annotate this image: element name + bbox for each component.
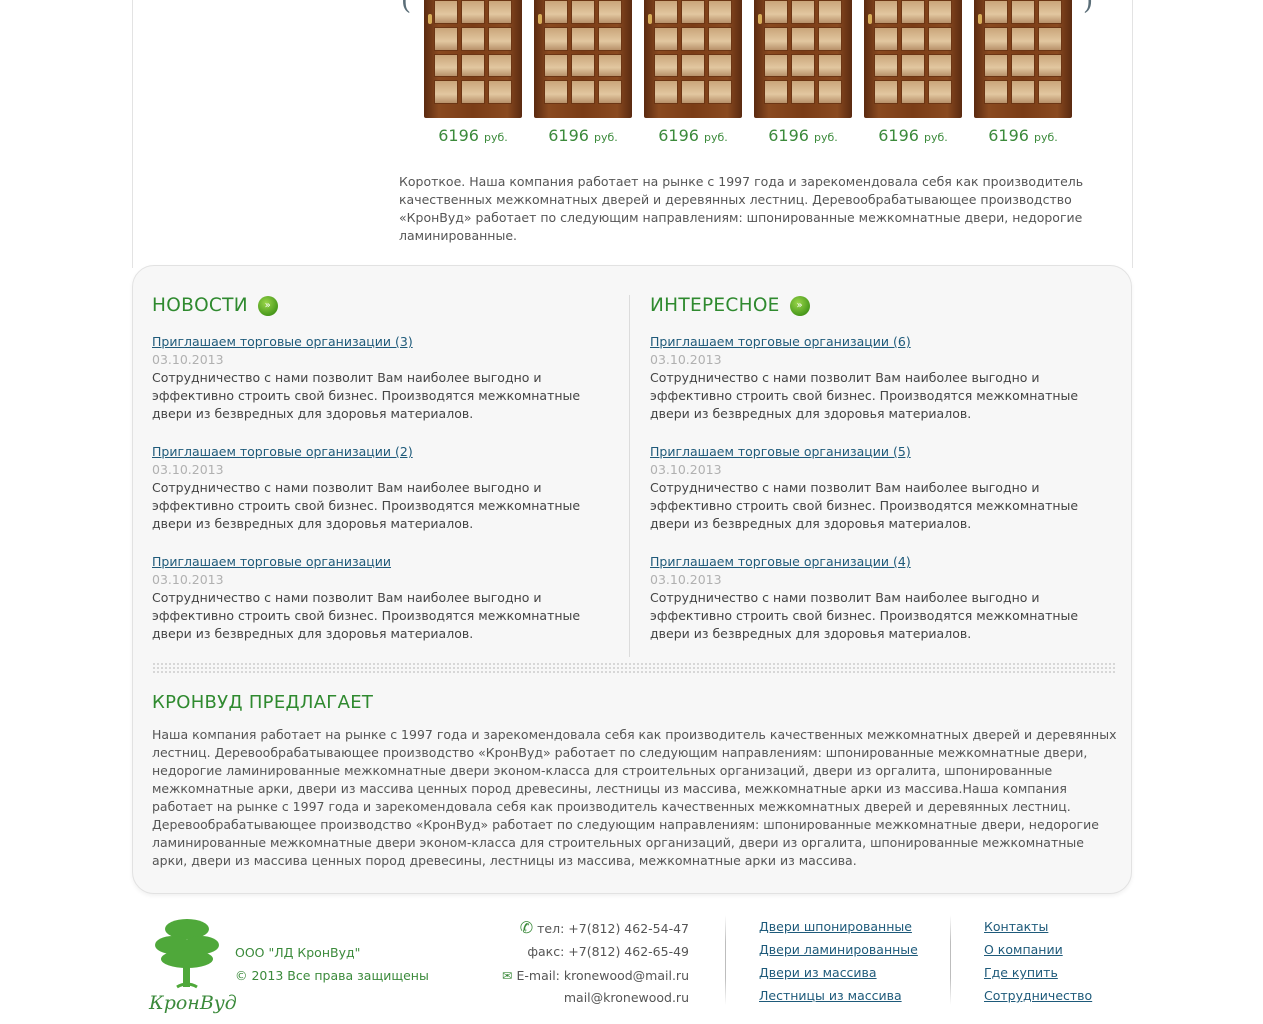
interesting-date: 03.10.2013 xyxy=(650,572,722,587)
product-price: 6196 руб. xyxy=(768,126,838,145)
footer-link-solid-stairs[interactable]: Лестницы из массива xyxy=(759,988,902,1003)
door-image[interactable] xyxy=(424,0,522,118)
interesting-item: Приглашаем торговые организации (4) 03.1… xyxy=(650,553,1120,643)
door-image[interactable] xyxy=(864,0,962,118)
copyright-text: © 2013 Все права защищены xyxy=(235,968,429,983)
footer-divider xyxy=(950,915,951,1005)
news-text: Сотрудничество с нами позволит Вам наибо… xyxy=(152,480,581,531)
email-secondary[interactable]: mail@kronewood.ru xyxy=(564,990,689,1005)
footer-link-veneer-doors[interactable]: Двери шпонированные xyxy=(759,919,912,934)
door-image[interactable] xyxy=(644,0,742,118)
news-link[interactable]: Приглашаем торговые организации (2) xyxy=(152,444,413,459)
product-price: 6196 руб. xyxy=(438,126,508,145)
interesting-text: Сотрудничество с нами позволит Вам наибо… xyxy=(650,480,1079,531)
interesting-item: Приглашаем торговые организации (5) 03.1… xyxy=(650,443,1120,533)
footer-link-cooperation[interactable]: Сотрудничество xyxy=(984,988,1092,1003)
mail-icon: ✉ xyxy=(502,968,513,983)
email-row: ✉ E-mail: kronewood@mail.ru xyxy=(502,968,689,983)
interesting-date: 03.10.2013 xyxy=(650,352,722,367)
news-item: Приглашаем торговые организации (3) 03.1… xyxy=(152,333,622,423)
news-date: 03.10.2013 xyxy=(152,352,224,367)
footer-link-laminated-doors[interactable]: Двери ламинированные xyxy=(759,942,918,957)
product-price: 6196 руб. xyxy=(548,126,618,145)
news-title: НОВОСТИ xyxy=(152,295,248,316)
company-name: ООО "ЛД КронВуд" xyxy=(235,945,361,960)
news-item: Приглашаем торговые организации 03.10.20… xyxy=(152,553,622,643)
news-text: Сотрудничество с нами позволит Вам наибо… xyxy=(152,590,581,641)
door-image[interactable] xyxy=(534,0,632,118)
dotted-separator xyxy=(152,662,1117,674)
interesting-heading[interactable]: ИНТЕРЕСНОЕ » xyxy=(650,295,810,316)
arrow-right-icon[interactable]: » xyxy=(257,295,278,316)
interesting-link[interactable]: Приглашаем торговые организации (6) xyxy=(650,334,911,349)
offer-text: Наша компания работает на рынке с 1997 г… xyxy=(152,727,1117,868)
news-link[interactable]: Приглашаем торговые организации (3) xyxy=(152,334,413,349)
news-date: 03.10.2013 xyxy=(152,462,224,477)
logo-text: КронВуд xyxy=(148,992,237,1014)
interesting-link[interactable]: Приглашаем торговые организации (5) xyxy=(650,444,911,459)
kronwood-logo[interactable]: КронВуд xyxy=(147,915,237,1017)
footer-link-about[interactable]: О компании xyxy=(984,942,1063,957)
interesting-item: Приглашаем торговые организации (6) 03.1… xyxy=(650,333,1120,423)
carousel-prev-arrow[interactable]: ( xyxy=(401,0,411,16)
door-image[interactable] xyxy=(754,0,852,118)
product-price: 6196 руб. xyxy=(988,126,1058,145)
product-price: 6196 руб. xyxy=(658,126,728,145)
news-text: Сотрудничество с нами позволит Вам наибо… xyxy=(152,370,581,421)
interesting-text: Сотрудничество с нами позволит Вам наибо… xyxy=(650,370,1079,421)
footer-divider xyxy=(725,915,726,1005)
carousel-next-arrow[interactable]: ) xyxy=(1083,0,1093,16)
news-date: 03.10.2013 xyxy=(152,572,224,587)
news-heading[interactable]: НОВОСТИ » xyxy=(152,295,278,316)
door-image[interactable] xyxy=(974,0,1072,118)
interesting-title: ИНТЕРЕСНОЕ xyxy=(650,295,780,316)
offer-title: КРОНВУД ПРЕДЛАГАЕТ xyxy=(152,692,374,713)
footer-link-contacts[interactable]: Контакты xyxy=(984,919,1048,934)
footer-link-solid-doors[interactable]: Двери из массива xyxy=(759,965,877,980)
footer-link-where-to-buy[interactable]: Где купить xyxy=(984,965,1058,980)
product-price: 6196 руб. xyxy=(878,126,948,145)
column-divider xyxy=(629,295,630,657)
news-link[interactable]: Приглашаем торговые организации xyxy=(152,554,391,569)
interesting-text: Сотрудничество с нами позволит Вам наибо… xyxy=(650,590,1079,641)
interesting-date: 03.10.2013 xyxy=(650,462,722,477)
interesting-link[interactable]: Приглашаем торговые организации (4) xyxy=(650,554,911,569)
phone-number: тел: +7(812) 462-54-47 xyxy=(537,921,689,936)
intro-text: Короткое. Наша компания работает на рынк… xyxy=(399,174,1084,243)
news-item: Приглашаем торговые организации (2) 03.1… xyxy=(152,443,622,533)
arrow-right-icon[interactable]: » xyxy=(789,295,810,316)
email-primary[interactable]: E-mail: kronewood@mail.ru xyxy=(516,968,689,983)
fax-number: факс: +7(812) 462-65-49 xyxy=(527,944,689,959)
phone-row: ✆ тел: +7(812) 462-54-47 xyxy=(520,918,689,937)
phone-icon: ✆ xyxy=(519,918,534,937)
